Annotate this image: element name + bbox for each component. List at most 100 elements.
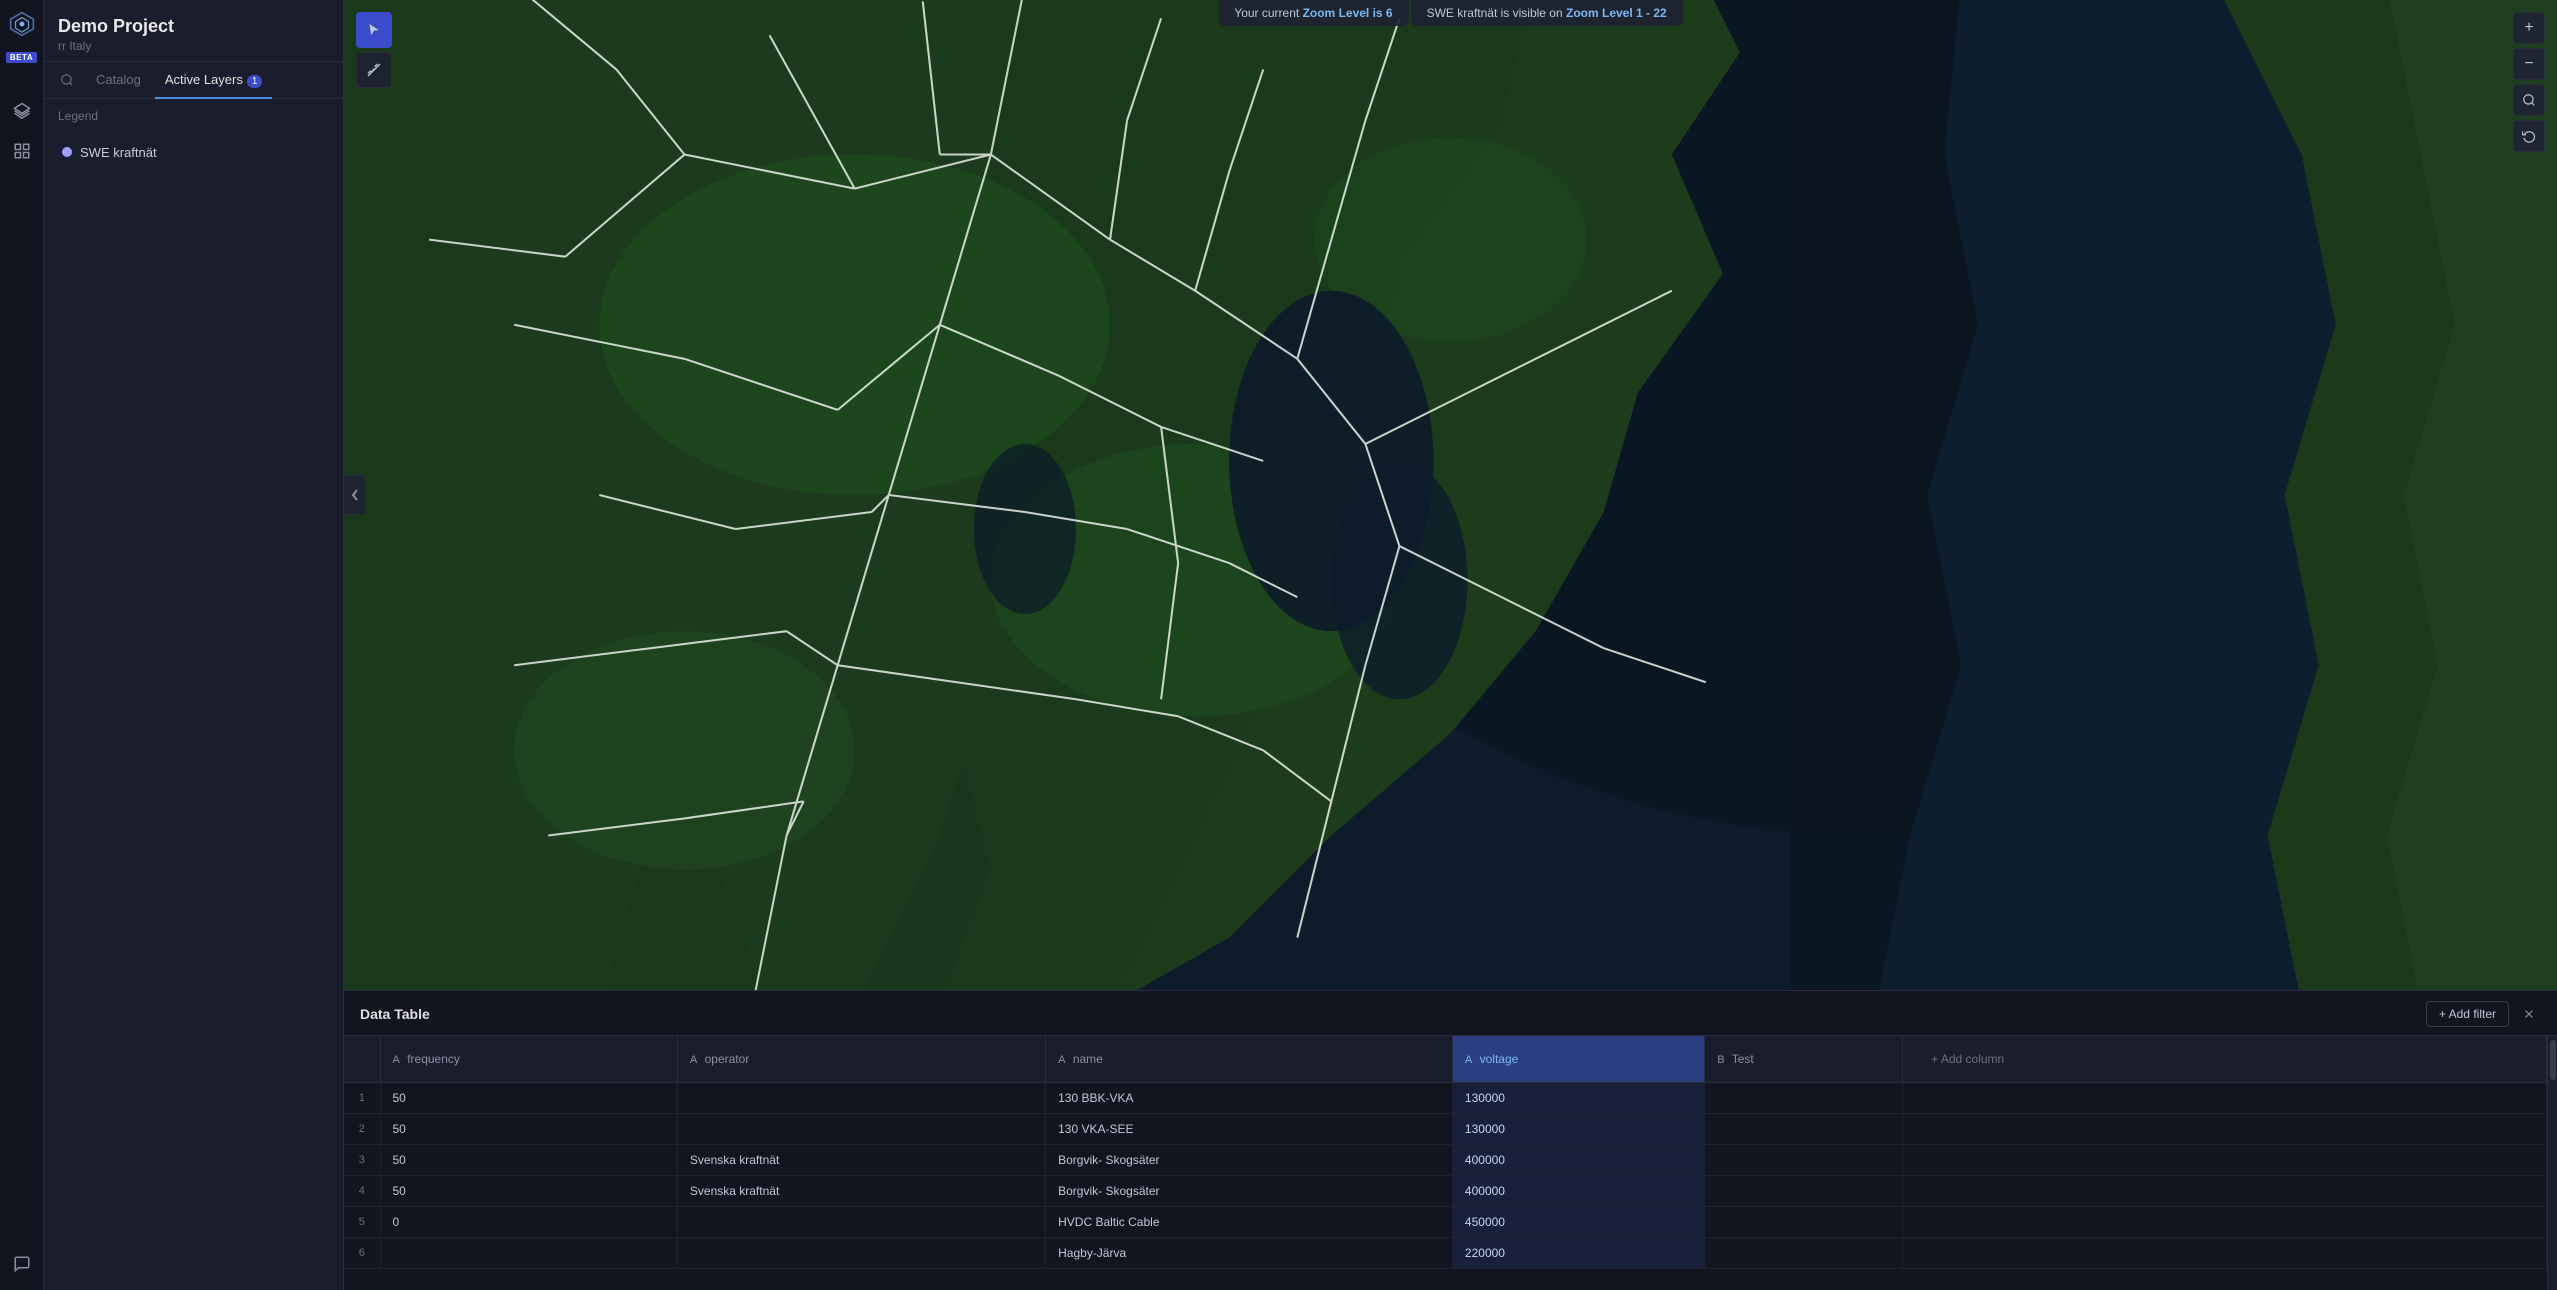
layer-color-dot <box>62 147 72 157</box>
table-row[interactable]: 2 50 130 VKA-SEE 130000 <box>344 1114 2547 1145</box>
table-wrapper[interactable]: A frequency A operator A name <box>344 1036 2547 1290</box>
table-wrapper-row: A frequency A operator A name <box>344 1036 2557 1290</box>
cell-extra <box>1903 1114 2547 1145</box>
layer-visibility-message: SWE kraftnät is visible on Zoom Level 1 … <box>1411 0 1683 26</box>
app-logo[interactable] <box>6 8 38 40</box>
table-row[interactable]: 6 Hagby-Järva 220000 <box>344 1238 2547 1269</box>
map-controls-right: + − <box>2513 12 2545 152</box>
zoom-bar: Your current Zoom Level is 6 SWE kraftnä… <box>1218 0 1682 26</box>
map-container: Your current Zoom Level is 6 SWE kraftnä… <box>344 0 2557 1290</box>
data-table-actions: + Add filter <box>2426 1001 2541 1027</box>
collapse-panel-button[interactable] <box>344 475 366 515</box>
zoom-in-button[interactable]: + <box>2513 12 2545 44</box>
table-row[interactable]: 4 50 Svenska kraftnät Borgvik- Skogsäter… <box>344 1176 2547 1207</box>
col-header-name[interactable]: A name <box>1046 1036 1453 1083</box>
close-table-button[interactable] <box>2517 1002 2541 1026</box>
sidebar-layers-icon[interactable] <box>6 95 38 127</box>
project-subtitle: rr Italy <box>58 39 329 53</box>
table-row[interactable]: 5 0 HVDC Baltic Cable 450000 <box>344 1207 2547 1238</box>
cell-rownum: 1 <box>344 1083 380 1114</box>
table-header-row: A frequency A operator A name <box>344 1036 2547 1083</box>
map-history-button[interactable] <box>2513 120 2545 152</box>
cell-voltage: 400000 <box>1452 1176 1704 1207</box>
layer-visibility-button[interactable] <box>277 141 299 163</box>
cell-test <box>1705 1176 1903 1207</box>
cell-name: Hagby-Järva <box>1046 1238 1453 1269</box>
cell-voltage: 450000 <box>1452 1207 1704 1238</box>
zoom-out-button[interactable]: − <box>2513 48 2545 80</box>
project-header: Demo Project rr Italy <box>44 0 343 62</box>
col-header-voltage[interactable]: A voltage <box>1452 1036 1704 1083</box>
table-row[interactable]: 1 50 130 BBK-VKA 130000 <box>344 1083 2547 1114</box>
cell-extra <box>1903 1083 2547 1114</box>
table-row[interactable]: 3 50 Svenska kraftnät Borgvik- Skogsäter… <box>344 1145 2547 1176</box>
cell-frequency: 50 <box>380 1145 677 1176</box>
cell-extra <box>1903 1176 2547 1207</box>
cell-test <box>1705 1238 1903 1269</box>
col-header-add[interactable]: + Add column <box>1903 1036 2547 1083</box>
sidebar-chart-icon[interactable] <box>6 135 38 167</box>
tabs-bar: Catalog Active Layers1 <box>44 62 343 99</box>
cursor-tool-button[interactable] <box>356 12 392 48</box>
tab-search-button[interactable] <box>52 63 82 97</box>
cell-name: Borgvik- Skogsäter <box>1046 1145 1453 1176</box>
cell-rownum: 3 <box>344 1145 380 1176</box>
cell-extra <box>1903 1238 2547 1269</box>
col-type-icon-test: B <box>1717 1054 1724 1066</box>
cell-rownum: 5 <box>344 1207 380 1238</box>
cell-operator: Svenska kraftnät <box>677 1145 1045 1176</box>
col-header-test[interactable]: B Test <box>1705 1036 1903 1083</box>
cell-operator <box>677 1207 1045 1238</box>
col-header-operator[interactable]: A operator <box>677 1036 1045 1083</box>
col-type-icon-frequency: A <box>393 1054 400 1066</box>
cell-name: 130 VKA-SEE <box>1046 1114 1453 1145</box>
cell-name: HVDC Baltic Cable <box>1046 1207 1453 1238</box>
sidebar-comment-icon[interactable] <box>6 1248 38 1280</box>
data-table-title: Data Table <box>360 1006 430 1022</box>
cell-extra <box>1903 1207 2547 1238</box>
cell-operator <box>677 1238 1045 1269</box>
tab-active-layers[interactable]: Active Layers1 <box>155 62 273 99</box>
cell-voltage: 220000 <box>1452 1238 1704 1269</box>
cell-operator <box>677 1083 1045 1114</box>
col-type-icon-voltage: A <box>1465 1054 1472 1066</box>
cell-frequency: 50 <box>380 1083 677 1114</box>
active-layers-count: 1 <box>247 75 263 88</box>
cell-rownum: 2 <box>344 1114 380 1145</box>
col-type-icon-operator: A <box>690 1054 697 1066</box>
table-scrollbar[interactable] <box>2547 1036 2557 1290</box>
layer-item[interactable]: SWE kraftnät <box>50 133 337 171</box>
cell-test <box>1705 1083 1903 1114</box>
measure-tool-button[interactable] <box>356 52 392 88</box>
cell-test <box>1705 1114 1903 1145</box>
tab-catalog[interactable]: Catalog <box>86 62 151 99</box>
cell-rownum: 4 <box>344 1176 380 1207</box>
table-scrollbar-thumb <box>2550 1040 2556 1080</box>
cell-frequency <box>380 1238 677 1269</box>
project-title: Demo Project <box>58 16 329 37</box>
add-filter-button[interactable]: + Add filter <box>2426 1001 2509 1027</box>
cell-frequency: 50 <box>380 1176 677 1207</box>
col-header-rownum <box>344 1036 380 1083</box>
col-header-frequency[interactable]: A frequency <box>380 1036 677 1083</box>
cell-voltage: 130000 <box>1452 1083 1704 1114</box>
data-table-area: Data Table + Add filter A <box>344 990 2557 1290</box>
sidebar-icon-rail: BETA <box>0 0 44 1290</box>
beta-badge: BETA <box>6 52 37 63</box>
cell-name: Borgvik- Skogsäter <box>1046 1176 1453 1207</box>
add-column-button[interactable]: + Add column <box>1915 1044 2534 1074</box>
cell-name: 130 BBK-VKA <box>1046 1083 1453 1114</box>
cell-frequency: 50 <box>380 1114 677 1145</box>
cell-test <box>1705 1145 1903 1176</box>
layer-name: SWE kraftnät <box>80 145 277 160</box>
map-toolbar <box>356 12 392 88</box>
data-table-header: Data Table + Add filter <box>344 991 2557 1036</box>
left-panel: Demo Project rr Italy Catalog Active Lay… <box>44 0 344 1290</box>
cell-frequency: 0 <box>380 1207 677 1238</box>
zoom-level-message: Your current Zoom Level is 6 <box>1218 0 1408 26</box>
map-search-button[interactable] <box>2513 84 2545 116</box>
cell-operator <box>677 1114 1045 1145</box>
col-type-icon-name: A <box>1058 1054 1065 1066</box>
map-area[interactable]: Your current Zoom Level is 6 SWE kraftnä… <box>344 0 2557 990</box>
layer-more-button[interactable] <box>303 141 325 163</box>
